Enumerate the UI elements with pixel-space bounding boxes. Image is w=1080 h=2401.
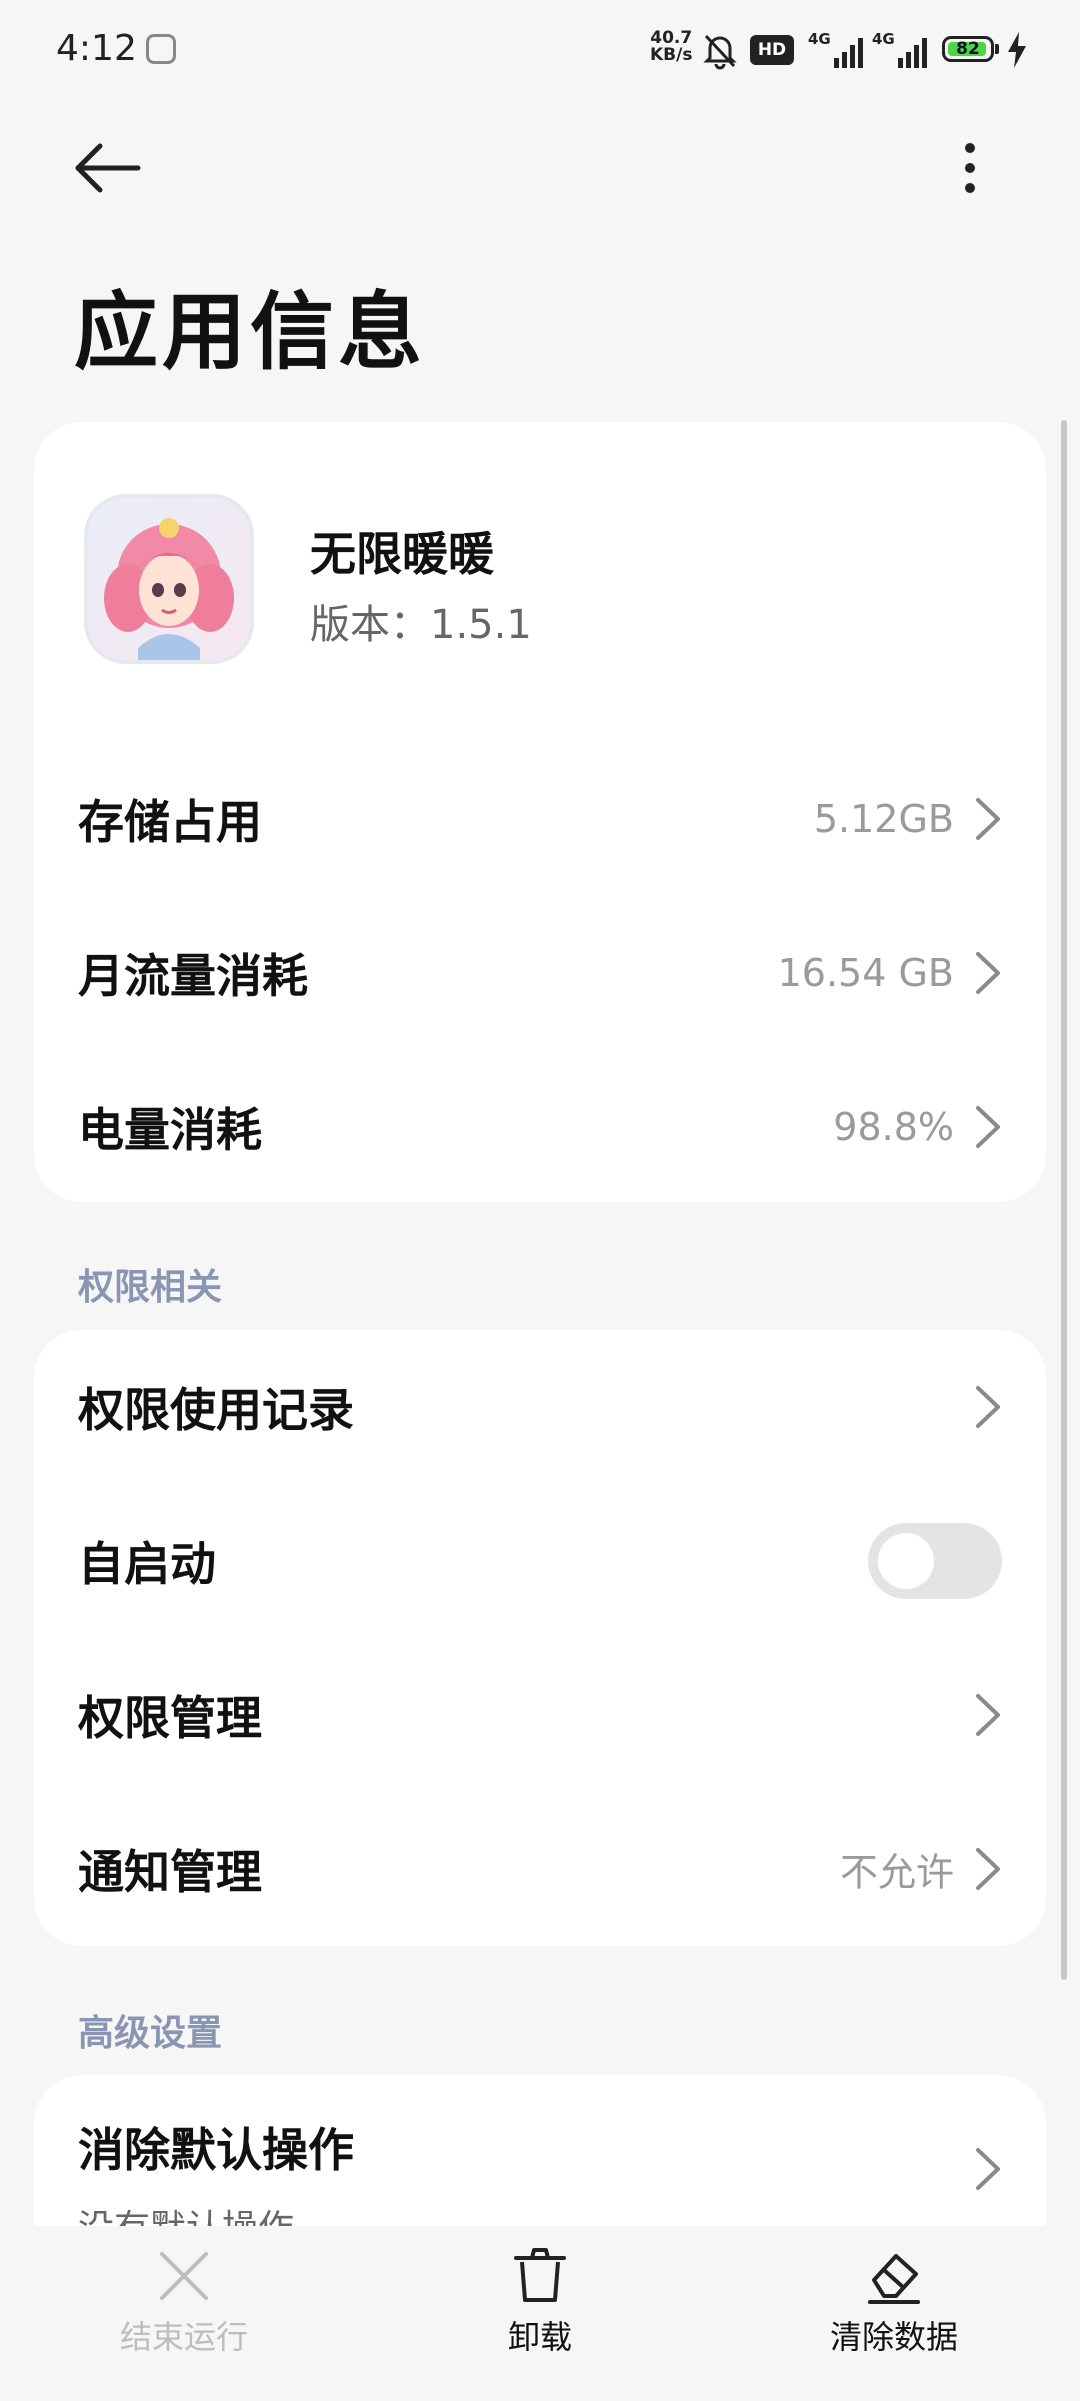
row-notification-management[interactable]: 通知管理 不允许 [34, 1792, 1046, 1946]
chevron-right-icon [976, 798, 1000, 840]
force-stop-label: 结束运行 [119, 2318, 248, 2356]
toggle-knob [878, 1533, 934, 1589]
force-stop-button[interactable]: 结束运行 [84, 2246, 284, 2358]
row-label: 电量消耗 [78, 1103, 262, 1157]
battery-level: 82 [956, 39, 980, 59]
row-label: 权限管理 [78, 1691, 262, 1745]
app-icon [88, 498, 250, 660]
row-label: 自启动 [78, 1537, 216, 1591]
back-button[interactable] [70, 132, 150, 212]
section-title-permissions: 权限相关 [78, 1267, 223, 1308]
row-permission-history[interactable]: 权限使用记录 [34, 1330, 1046, 1484]
row-value: 98.8% [833, 1105, 954, 1149]
uninstall-label: 卸载 [507, 2318, 572, 2356]
battery-icon: 82 [942, 36, 994, 62]
charging-icon [1008, 32, 1026, 68]
chevron-right-icon [976, 1386, 1000, 1428]
status-bar: 4:12 40.7 KB/s HD 4G 4G 82 [0, 0, 1080, 100]
bottom-action-bar: 结束运行 卸载 清除数据 [0, 2226, 1080, 2401]
row-label: 通知管理 [78, 1845, 262, 1899]
uninstall-button[interactable]: 卸载 [440, 2246, 640, 2358]
row-permission-management[interactable]: 权限管理 [34, 1638, 1046, 1792]
chevron-right-icon [976, 952, 1000, 994]
app-version: 版本：1.5.1 [310, 602, 532, 648]
row-value: 5.12GB [813, 797, 954, 841]
status-time: 4:12 [56, 28, 137, 69]
eraser-icon [868, 2254, 920, 2304]
arrow-left-icon [75, 143, 141, 193]
row-label: 存储占用 [78, 795, 262, 849]
page-title: 应用信息 [74, 283, 427, 381]
app-name: 无限暖暖 [310, 527, 494, 581]
section-title-advanced: 高级设置 [78, 2013, 223, 2054]
chevron-right-icon [976, 2148, 1000, 2190]
row-value: 16.54 GB [777, 951, 954, 995]
row-battery-usage[interactable]: 电量消耗 98.8% [34, 1050, 1046, 1204]
row-label: 消除默认操作 [78, 2123, 354, 2177]
battery-tip [995, 44, 999, 54]
clear-data-label: 清除数据 [829, 2318, 958, 2356]
app-notification-icon [146, 34, 176, 64]
chevron-right-icon [976, 1694, 1000, 1736]
row-storage[interactable]: 存储占用 5.12GB [34, 742, 1046, 896]
autostart-toggle[interactable] [868, 1523, 1002, 1599]
more-vertical-icon [965, 143, 975, 193]
scrollbar[interactable] [1061, 420, 1067, 1980]
row-value: 不允许 [839, 1850, 954, 1895]
row-monthly-data[interactable]: 月流量消耗 16.54 GB [34, 896, 1046, 1050]
clear-data-button[interactable]: 清除数据 [794, 2246, 994, 2358]
bell-off-icon [703, 34, 737, 70]
row-autostart: 自启动 [34, 1484, 1046, 1638]
close-icon [160, 2252, 208, 2300]
row-label: 月流量消耗 [78, 949, 308, 1003]
row-label: 权限使用记录 [78, 1383, 354, 1437]
signal-icon: 4G [872, 30, 932, 70]
more-options-button[interactable] [930, 132, 1010, 212]
hd-icon: HD [750, 35, 794, 65]
signal-icon: 4G [808, 30, 868, 70]
network-speed: 40.7 KB/s [650, 30, 692, 64]
trash-icon [514, 2248, 566, 2302]
chevron-right-icon [976, 1106, 1000, 1148]
network-speed-unit: KB/s [650, 45, 693, 65]
chevron-right-icon [976, 1848, 1000, 1890]
